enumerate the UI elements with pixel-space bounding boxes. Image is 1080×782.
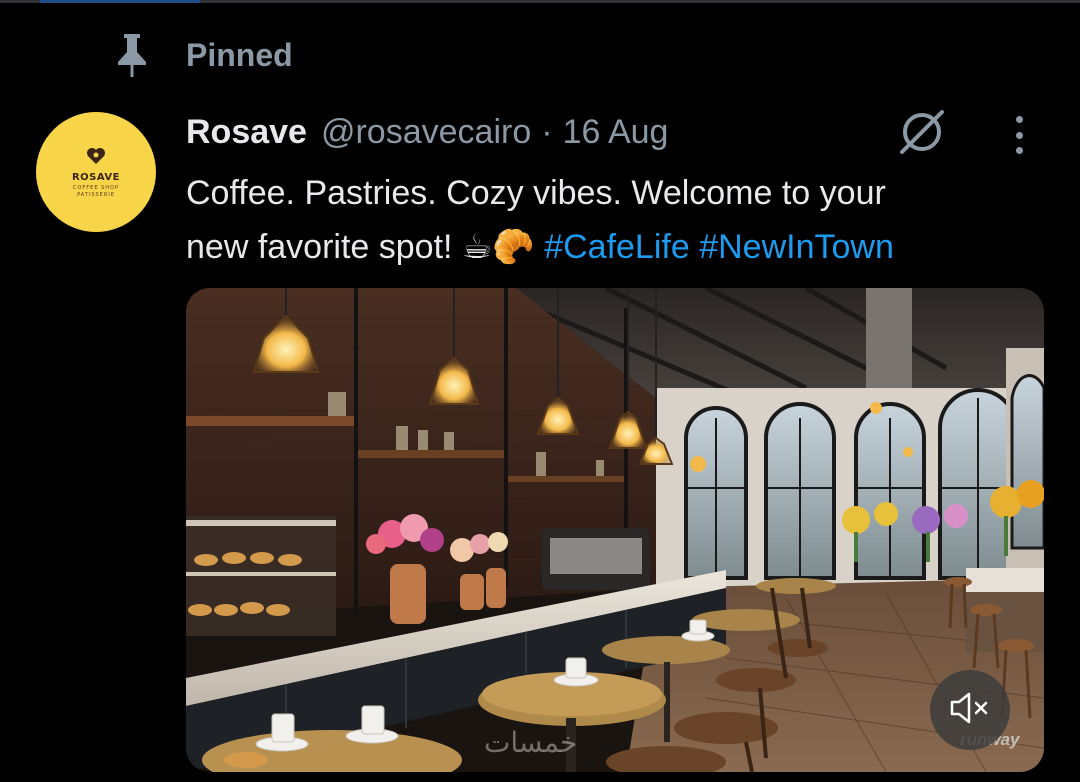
more-dot bbox=[1015, 147, 1023, 154]
hashtag-link[interactable]: #NewInTown bbox=[699, 228, 894, 266]
user-handle[interactable]: @rosavecairo bbox=[321, 113, 531, 152]
more-vertical-icon[interactable] bbox=[1004, 112, 1034, 158]
watermark-arabic: خمسات bbox=[484, 726, 578, 759]
tweet-header: Rosave @rosavecairo · 16 Aug bbox=[186, 110, 668, 154]
tweet-text-line-2: new favorite spot! ☕🥐 #CafeLife #NewInTo… bbox=[186, 220, 1066, 274]
grok-icon[interactable] bbox=[896, 108, 948, 156]
speaker-muted-icon bbox=[950, 691, 990, 730]
pinned-indicator: Pinned bbox=[112, 30, 293, 80]
tweet-date[interactable]: 16 Aug bbox=[563, 113, 669, 152]
separator-dot: · bbox=[541, 112, 553, 151]
tweet-text-line-1: Coffee. Pastries. Cozy vibes. Welcome to… bbox=[186, 174, 886, 212]
tab-indicator bbox=[40, 0, 200, 3]
more-dot bbox=[1015, 131, 1023, 139]
cafe-scene-image bbox=[186, 288, 1044, 772]
logo-heart-icon bbox=[86, 147, 106, 170]
pin-icon bbox=[112, 30, 152, 80]
logo-subtitle-2: PATISSERIE bbox=[77, 191, 115, 198]
hashtag-link[interactable]: #CafeLife bbox=[544, 228, 690, 266]
tweet-text: Coffee. Pastries. Cozy vibes. Welcome to… bbox=[186, 166, 1066, 274]
tweet-text-line-2-text: new favorite spot! bbox=[186, 228, 462, 266]
pinned-label: Pinned bbox=[186, 36, 293, 73]
logo-subtitle: COFFEE SHOP bbox=[73, 184, 119, 191]
more-dot bbox=[1015, 116, 1023, 123]
tweet-video[interactable] bbox=[186, 288, 1044, 772]
display-name[interactable]: Rosave bbox=[186, 113, 307, 152]
logo-name: ROSAVE bbox=[71, 171, 121, 183]
mute-toggle-button[interactable] bbox=[930, 670, 1010, 750]
avatar[interactable]: ROSAVE COFFEE SHOP PATISSERIE bbox=[36, 112, 156, 232]
tweet-emojis: ☕🥐 bbox=[461, 228, 535, 266]
